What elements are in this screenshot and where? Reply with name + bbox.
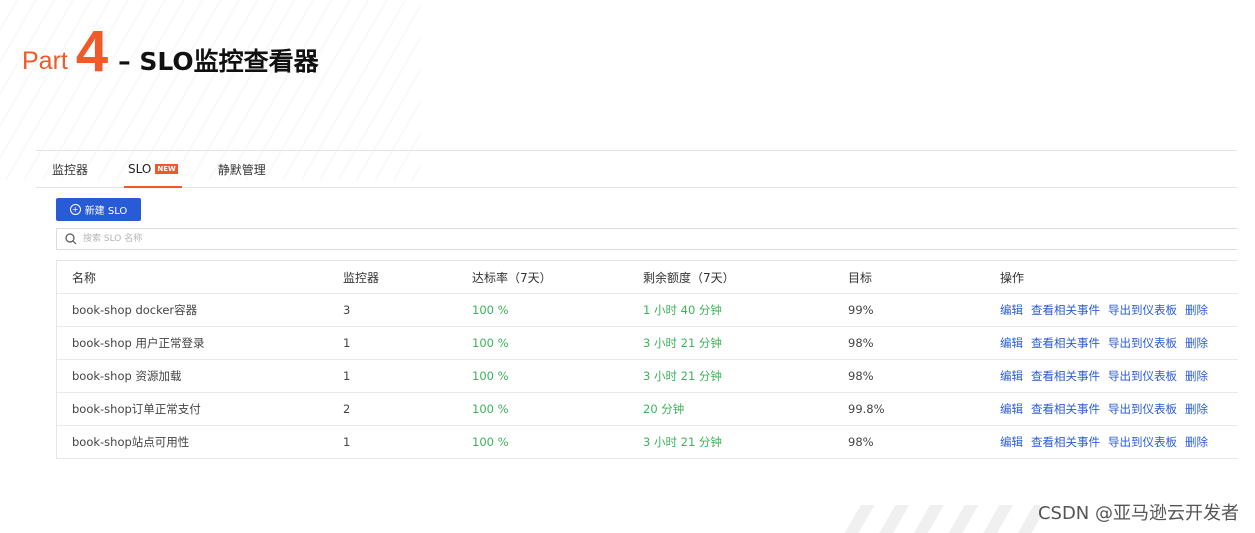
title-part-word: Part xyxy=(22,47,68,75)
slo-name: book-shop 资源加载 xyxy=(57,359,343,393)
tab-bar: 监控器 SLO NEW 静默管理 xyxy=(36,150,1237,188)
new-slo-button-label: 新建 SLO xyxy=(84,206,128,217)
edit-link[interactable]: 编辑 xyxy=(1000,369,1023,383)
col-monitors-header: 监控器 xyxy=(343,261,472,294)
edit-link[interactable]: 编辑 xyxy=(1000,303,1023,317)
delete-link[interactable]: 删除 xyxy=(1185,369,1208,383)
col-name-header: 名称 xyxy=(57,261,343,294)
col-remaining-header: 剩余额度（7天） xyxy=(643,261,848,294)
slo-name: book-shop 用户正常登录 xyxy=(57,326,343,360)
export-dashboard-link[interactable]: 导出到仪表板 xyxy=(1108,336,1177,350)
export-dashboard-link[interactable]: 导出到仪表板 xyxy=(1108,369,1177,383)
remaining-budget: 1 小时 40 分钟 xyxy=(643,293,848,327)
tab-silence[interactable]: 静默管理 xyxy=(202,151,282,187)
view-events-link[interactable]: 查看相关事件 xyxy=(1031,435,1100,449)
target: 99.8% xyxy=(848,392,1000,426)
export-dashboard-link[interactable]: 导出到仪表板 xyxy=(1108,402,1177,416)
delete-link[interactable]: 删除 xyxy=(1185,303,1208,317)
row-actions: 编辑 查看相关事件 导出到仪表板 删除 xyxy=(1000,359,1238,393)
compliance-rate: 100 % xyxy=(472,359,643,393)
compliance-rate: 100 % xyxy=(472,326,643,360)
col-rate-header: 达标率（7天） xyxy=(472,261,643,294)
tab-monitors-label: 监控器 xyxy=(52,162,89,177)
view-events-link[interactable]: 查看相关事件 xyxy=(1031,369,1100,383)
compliance-rate: 100 % xyxy=(472,435,509,449)
edit-link[interactable]: 编辑 xyxy=(1000,435,1023,449)
table-row: book-shop站点可用性 1 100 % 3 小时 21 分钟 98% 编辑… xyxy=(57,426,1238,459)
title-part-number: 4 xyxy=(75,18,109,84)
table-row: book-shop 资源加载 1 100 % 3 小时 21 分钟 98% 编辑… xyxy=(57,359,1238,393)
title-text: – SLO监控查看器 xyxy=(118,47,319,76)
col-target-header: 目标 xyxy=(848,261,1000,294)
monitor-count: 3 xyxy=(343,293,472,327)
remaining-budget: 3 小时 21 分钟 xyxy=(643,435,722,449)
row-actions: 编辑 查看相关事件 导出到仪表板 删除 xyxy=(1000,426,1238,459)
monitor-count: 1 xyxy=(343,359,472,393)
table-header-row: 名称 监控器 达标率（7天） 剩余额度（7天） 目标 操作 xyxy=(57,261,1238,294)
edit-link[interactable]: 编辑 xyxy=(1000,336,1023,350)
tab-monitors[interactable]: 监控器 xyxy=(36,151,104,187)
delete-link[interactable]: 删除 xyxy=(1185,336,1208,350)
view-events-link[interactable]: 查看相关事件 xyxy=(1031,303,1100,317)
row-actions: 编辑 查看相关事件 导出到仪表板 删除 xyxy=(1000,392,1238,426)
tab-slo[interactable]: SLO NEW xyxy=(112,151,194,188)
slo-name: book-shop站点可用性 xyxy=(72,435,190,449)
row-actions: 编辑 查看相关事件 导出到仪表板 删除 xyxy=(1000,326,1238,360)
background-stripes-bottom xyxy=(840,505,1040,533)
table-row: book-shop订单正常支付 2 100 % 20 分钟 99.8% 编辑 查看… xyxy=(57,392,1238,426)
remaining-budget: 3 小时 21 分钟 xyxy=(643,359,848,393)
new-badge: NEW xyxy=(155,164,178,174)
watermark: CSDN @亚马逊云开发者 xyxy=(1037,503,1239,524)
col-actions-header: 操作 xyxy=(1000,261,1238,294)
page-title: Part 4 – SLO监控查看器 xyxy=(22,18,319,84)
target: 98% xyxy=(848,435,874,449)
tab-silence-label: 静默管理 xyxy=(217,162,266,177)
search-input[interactable] xyxy=(81,233,1237,245)
compliance-rate: 100 % xyxy=(472,293,643,327)
delete-link[interactable]: 删除 xyxy=(1185,402,1208,416)
view-events-link[interactable]: 查看相关事件 xyxy=(1031,336,1100,350)
remaining-budget: 20 分钟 xyxy=(643,392,848,426)
export-dashboard-link[interactable]: 导出到仪表板 xyxy=(1108,303,1177,317)
edit-link[interactable]: 编辑 xyxy=(1000,402,1023,416)
slo-panel: 监控器 SLO NEW 静默管理 + 新建 SLO 名称 监控器 达标率（7天）… xyxy=(36,150,1238,459)
remaining-budget: 3 小时 21 分钟 xyxy=(643,326,848,360)
new-slo-button[interactable]: + 新建 SLO xyxy=(56,198,141,221)
compliance-rate: 100 % xyxy=(472,392,643,426)
search-bar xyxy=(56,228,1237,250)
tab-slo-label: SLO xyxy=(128,162,152,176)
delete-link[interactable]: 删除 xyxy=(1185,435,1208,449)
monitor-count: 1 xyxy=(343,326,472,360)
target: 99% xyxy=(848,293,1000,327)
monitor-count: 2 xyxy=(343,392,472,426)
target: 98% xyxy=(848,359,1000,393)
plus-circle-icon: + xyxy=(69,204,81,215)
export-dashboard-link[interactable]: 导出到仪表板 xyxy=(1108,435,1177,449)
table-row: book-shop docker容器 3 100 % 1 小时 40 分钟 99… xyxy=(57,293,1238,327)
slo-table: 名称 监控器 达标率（7天） 剩余额度（7天） 目标 操作 book-shop … xyxy=(56,260,1238,459)
target: 98% xyxy=(848,326,1000,360)
row-actions: 编辑 查看相关事件 导出到仪表板 删除 xyxy=(1000,293,1238,327)
search-icon xyxy=(61,233,81,245)
monitor-count: 1 xyxy=(343,435,351,449)
slo-name: book-shop docker容器 xyxy=(57,293,343,327)
view-events-link[interactable]: 查看相关事件 xyxy=(1031,402,1100,416)
table-row: book-shop 用户正常登录 1 100 % 3 小时 21 分钟 98% … xyxy=(57,326,1238,360)
slo-name: book-shop订单正常支付 xyxy=(57,392,343,426)
